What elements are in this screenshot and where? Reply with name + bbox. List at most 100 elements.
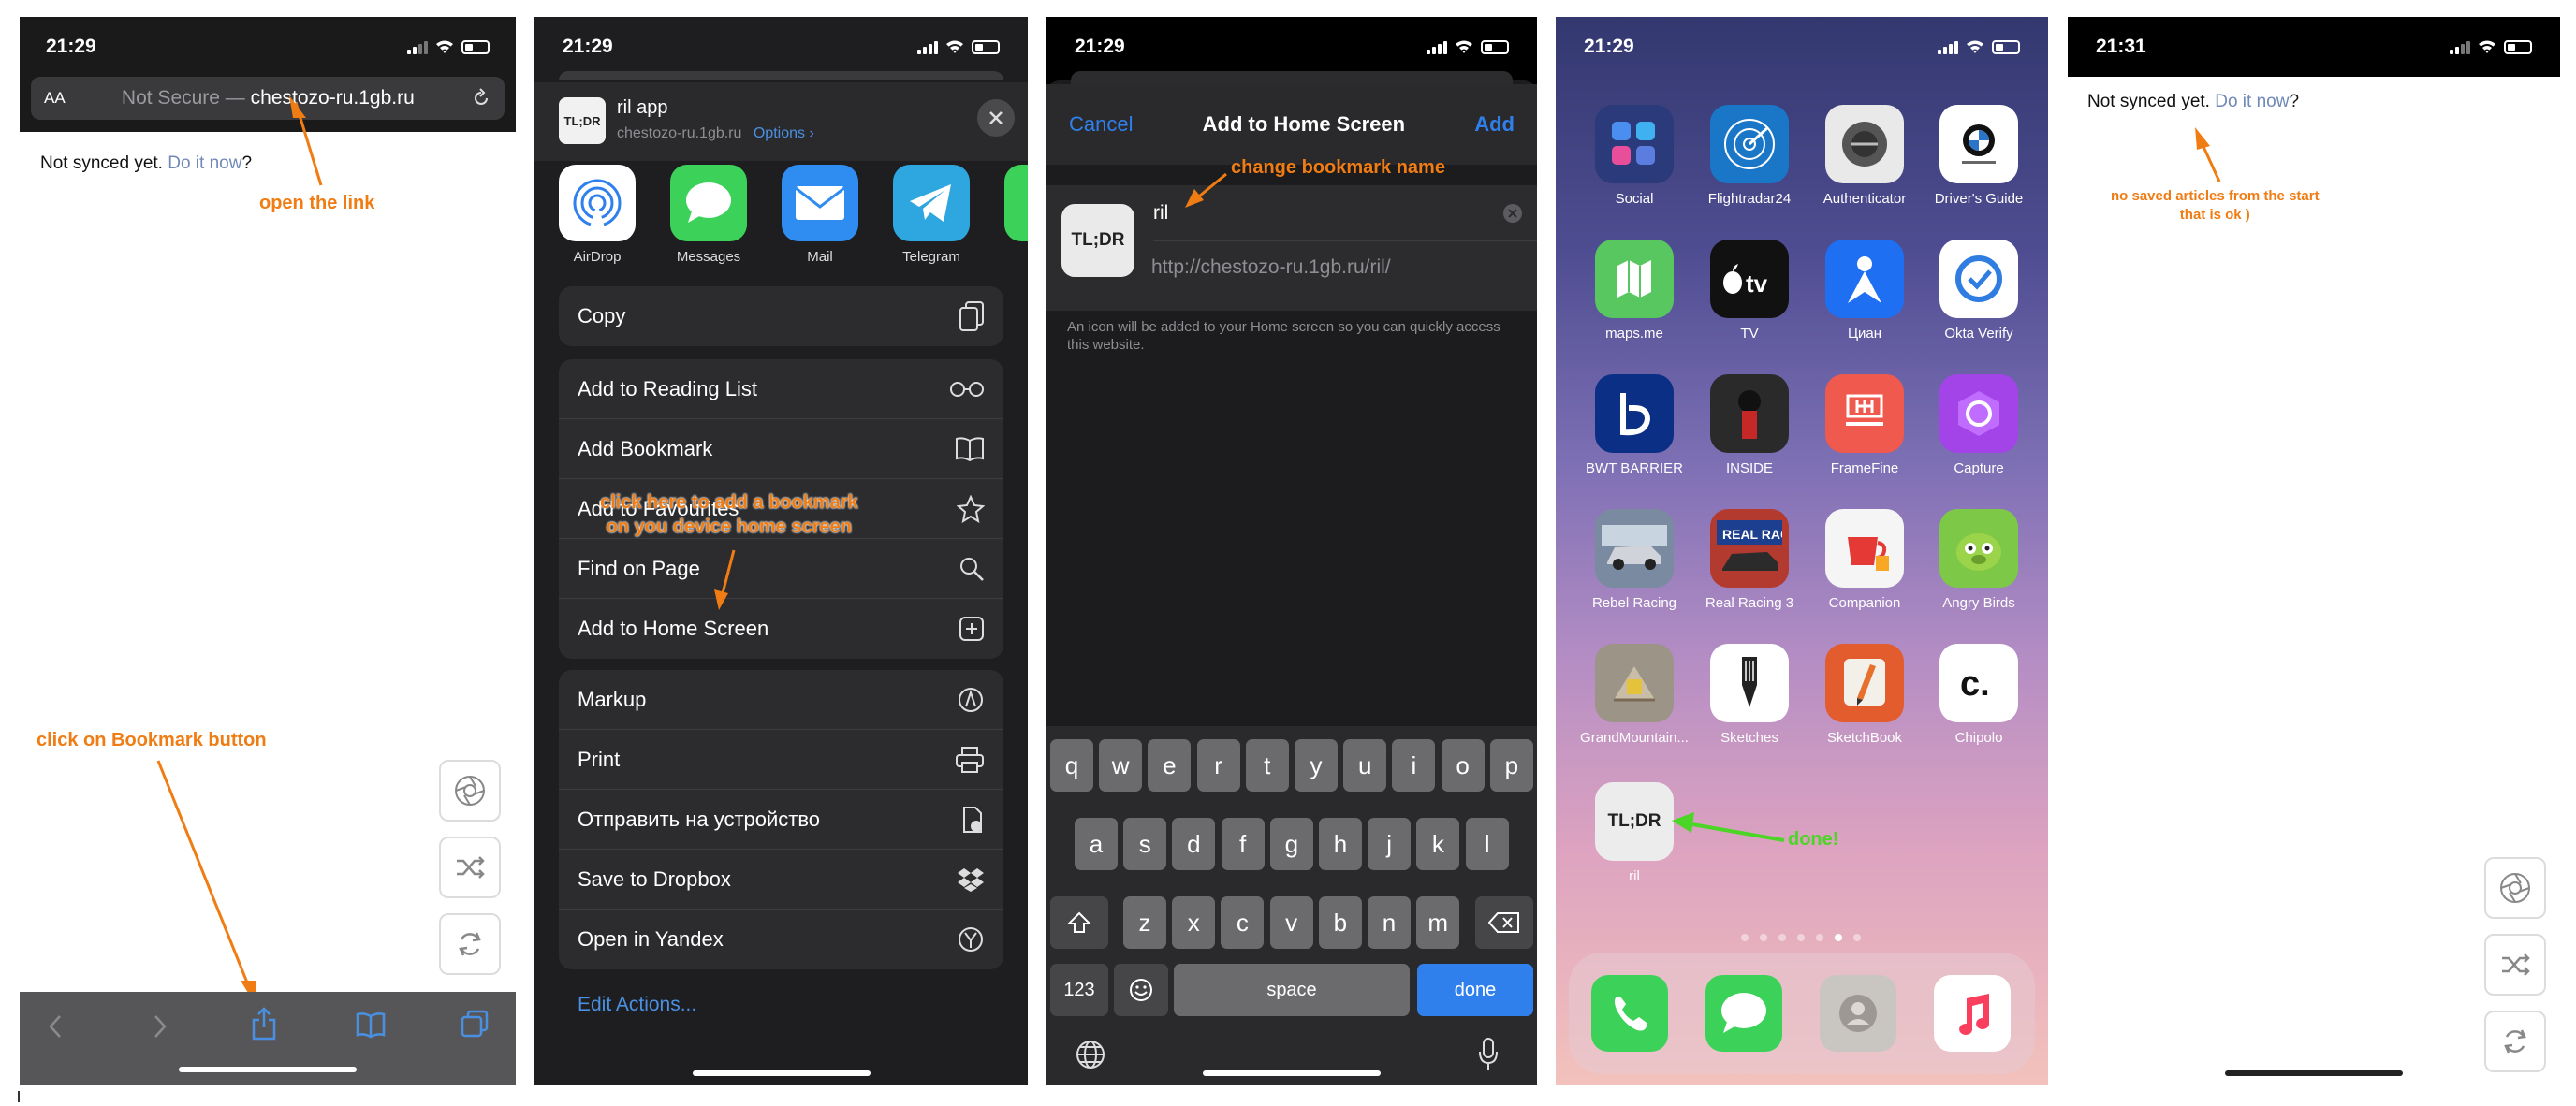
app-okta-verify[interactable]: Okta Verify [1927,240,2030,342]
key-o[interactable]: o [1441,739,1485,792]
key-p[interactable]: p [1489,739,1533,792]
key-n[interactable]: n [1368,896,1411,949]
app-driver-s-guide[interactable]: Driver's Guide [1927,105,2030,207]
bookmark-name-input[interactable]: ril [1153,202,1168,225]
sync-button[interactable] [2484,1011,2546,1072]
app-sketches[interactable]: Sketches [1698,644,1801,746]
action-add-to-home-screen[interactable]: Add to Home Screen [559,599,1003,659]
cancel-button[interactable]: Cancel [1069,112,1133,137]
tldr-icon: TL;DR [1595,782,1674,861]
forward-icon[interactable] [151,1012,169,1041]
microphone-icon[interactable] [1477,1037,1500,1072]
key-r[interactable]: r [1196,739,1240,792]
delete-key[interactable] [1475,896,1533,949]
key-u[interactable]: u [1343,739,1387,792]
sync-button[interactable] [439,913,501,975]
close-button[interactable] [977,99,1015,137]
do-it-now-link[interactable]: Do it now [168,153,242,173]
share-airdrop[interactable]: AirDrop [550,165,644,265]
key-j[interactable]: j [1368,818,1412,870]
app-social[interactable]: Social [1583,105,1686,207]
back-icon[interactable] [46,1012,65,1041]
shuffle-button[interactable] [439,837,501,898]
key-s[interactable]: s [1123,818,1167,870]
options-link[interactable]: Options › [754,125,814,141]
key-x[interactable]: x [1172,896,1216,949]
key-v[interactable]: v [1269,896,1313,949]
app-authenticator[interactable]: Authenticator [1813,105,1916,207]
phone-app-icon[interactable] [1591,975,1668,1052]
app-bwt-barrier[interactable]: BWT BARRIER [1583,374,1686,476]
action-markup[interactable]: Markup [559,670,1003,730]
key-l[interactable]: l [1465,818,1509,870]
app-angry-birds[interactable]: Angry Birds [1927,509,2030,611]
emoji-key[interactable] [1114,964,1168,1016]
app-maps-me[interactable]: maps.me [1583,240,1686,342]
app-tldr-bookmark[interactable]: TL;DR ril [1583,782,1686,884]
app-циан[interactable]: Циан [1813,240,1916,342]
key-m[interactable]: m [1416,896,1460,949]
share-whatsapp[interactable]: Wh [996,165,1028,265]
action-add-reading-list[interactable]: Add to Reading List [559,359,1003,419]
add-button[interactable]: Add [1474,112,1515,137]
globe-icon[interactable] [1075,1039,1106,1070]
bookmarks-icon[interactable] [355,1011,387,1039]
app-companion[interactable]: Companion [1813,509,1916,611]
do-it-now-link[interactable]: Do it now [2215,92,2289,111]
space-key[interactable]: space [1174,964,1410,1016]
aperture-button[interactable] [439,760,501,822]
action-open-in-yandex[interactable]: Open in Yandex [559,910,1003,969]
address-bar[interactable]: AA Not Secure — chestozo-ru.1gb.ru [31,77,505,120]
share-mail[interactable]: Mail [773,165,867,265]
app-label: FrameFine [1830,460,1899,476]
app-tv[interactable]: tv TV [1698,240,1801,342]
app-flightradar24[interactable]: Flightradar24 [1698,105,1801,207]
key-e[interactable]: e [1148,739,1192,792]
app-rebel-racing[interactable]: Rebel Racing [1583,509,1686,611]
text-size-button[interactable]: AA [44,89,66,108]
share-icon[interactable] [250,1007,278,1041]
key-h[interactable]: h [1319,818,1362,870]
app-capture[interactable]: Capture [1927,374,2030,476]
action-copy[interactable]: Copy [559,286,1003,346]
action-save-to-dropbox[interactable]: Save to Dropbox [559,850,1003,910]
numbers-key[interactable]: 123 [1050,964,1108,1016]
edit-actions-link[interactable]: Edit Actions... [578,994,696,1016]
key-c[interactable]: c [1221,896,1265,949]
shuffle-button[interactable] [2484,934,2546,996]
key-k[interactable]: k [1416,818,1460,870]
aperture-button[interactable] [2484,857,2546,919]
key-a[interactable]: a [1075,818,1118,870]
reload-icon[interactable] [471,88,491,109]
key-w[interactable]: w [1099,739,1143,792]
action-find-on-page[interactable]: Find on Page [559,539,1003,599]
app-chipolo[interactable]: c. Chipolo [1927,644,2030,746]
app-grandmountain[interactable]: GrandMountain... [1580,644,1689,746]
key-g[interactable]: g [1269,818,1313,870]
action-label: Add Bookmark [578,436,713,460]
action-send-to-device[interactable]: Отправить на устройство [559,790,1003,850]
clear-text-button[interactable] [1503,204,1522,223]
app-inside[interactable]: INSIDE [1698,374,1801,476]
app-sketchbook[interactable]: SketchBook [1813,644,1916,746]
done-key[interactable]: done [1417,964,1533,1016]
messages-app-icon[interactable] [1705,975,1782,1052]
action-add-bookmark[interactable]: Add Bookmark [559,419,1003,479]
key-t[interactable]: t [1245,739,1289,792]
key-f[interactable]: f [1221,818,1265,870]
key-q[interactable]: q [1050,739,1093,792]
key-b[interactable]: b [1318,896,1362,949]
key-z[interactable]: z [1123,896,1166,949]
contacts-app-icon[interactable] [1820,975,1896,1052]
share-messages[interactable]: Messages [662,165,755,265]
key-d[interactable]: d [1172,818,1216,870]
key-i[interactable]: i [1392,739,1436,792]
app-framefine[interactable]: FrameFine [1813,374,1916,476]
shift-key[interactable] [1050,896,1108,949]
tabs-icon[interactable] [460,1009,490,1039]
key-y[interactable]: y [1295,739,1338,792]
share-telegram[interactable]: Telegram [885,165,978,265]
action-print[interactable]: Print [559,730,1003,790]
app-real-racing-3[interactable]: REAL RACING Real Racing 3 [1698,509,1801,611]
music-app-icon[interactable] [1934,975,2011,1052]
